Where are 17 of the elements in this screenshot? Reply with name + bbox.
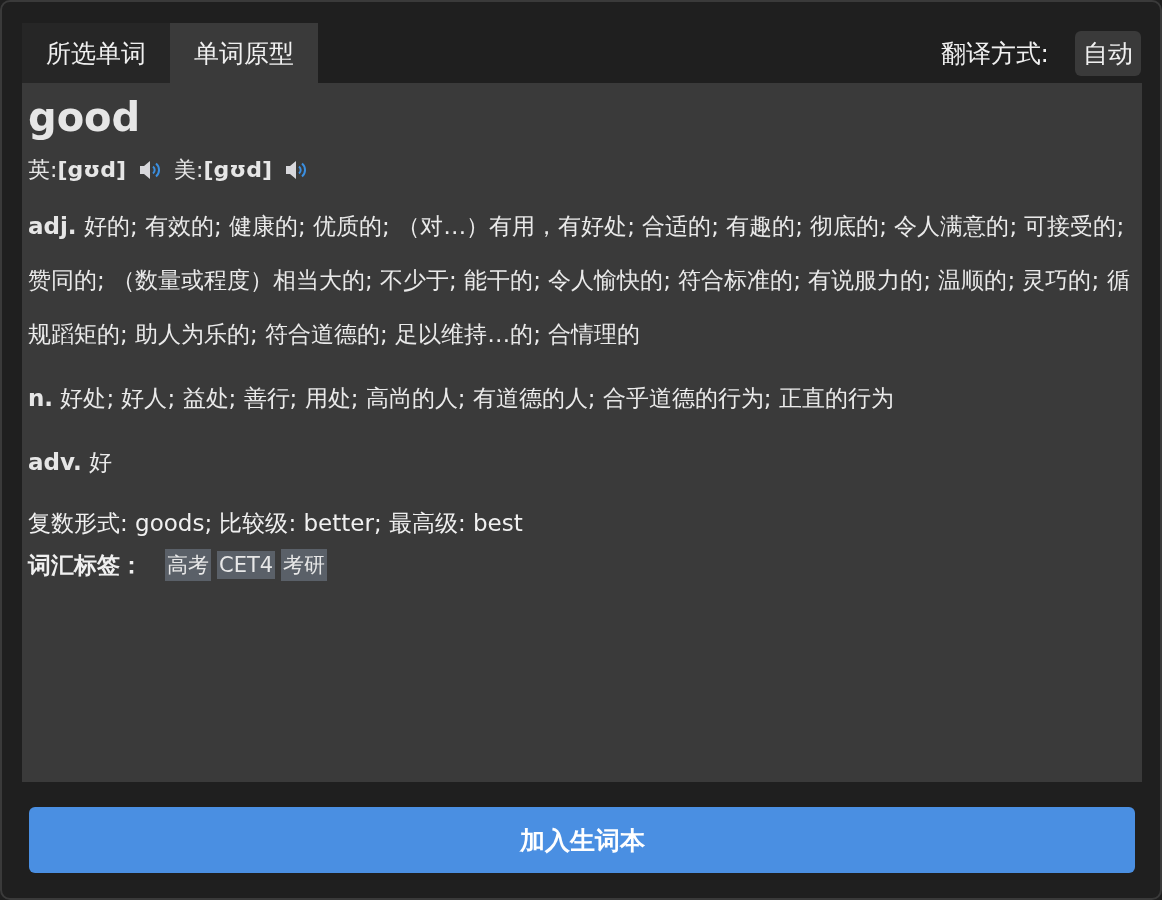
vocabulary-tag: 考研	[281, 549, 328, 581]
headword: good	[28, 93, 142, 142]
speaker-icon[interactable]	[284, 159, 309, 181]
phonetic-text: 英:[gʊd]	[28, 156, 127, 184]
vocabulary-tag: CET4	[217, 551, 276, 579]
vocabulary-tag: 高考	[165, 549, 211, 581]
phonetic-text: 美:[gʊd]	[174, 156, 273, 184]
translate-mode-button[interactable]: 自动	[1075, 30, 1141, 76]
tab[interactable]: 所选单词	[22, 23, 170, 83]
speaker-icon[interactable]	[138, 159, 163, 181]
definition-text: n. 好处; 好人; 益处; 善行; 用处; 高尚的人; 有道德的人; 合乎道德的行为; 正直的行为	[28, 384, 895, 413]
definition-text: adj. 好的; 有效的; 健康的; 优质的; （对…）有用，有好处; 合适的; 有趣的; 彻底的; 令人满意的; 可接受的; 赞同的; （数量或程度）相当大的; 不少于; 能干的; 令人愉快的; 符合标准的; 有说服力的; 温顺的; 灵巧的; 循规蹈矩的; 助人为乐的; 符合道德的; 足以维持…的; 合情理的	[28, 212, 1131, 349]
word-forms-text: 复数形式: goods; 比较级: better; 最高级: best	[28, 509, 524, 538]
definition-text: adv. 好	[28, 448, 114, 477]
tab[interactable]: 单词原型	[170, 23, 318, 83]
tags-label: 词汇标签：	[28, 550, 143, 580]
translate-mode-label: 翻译方式:	[940, 37, 1049, 70]
